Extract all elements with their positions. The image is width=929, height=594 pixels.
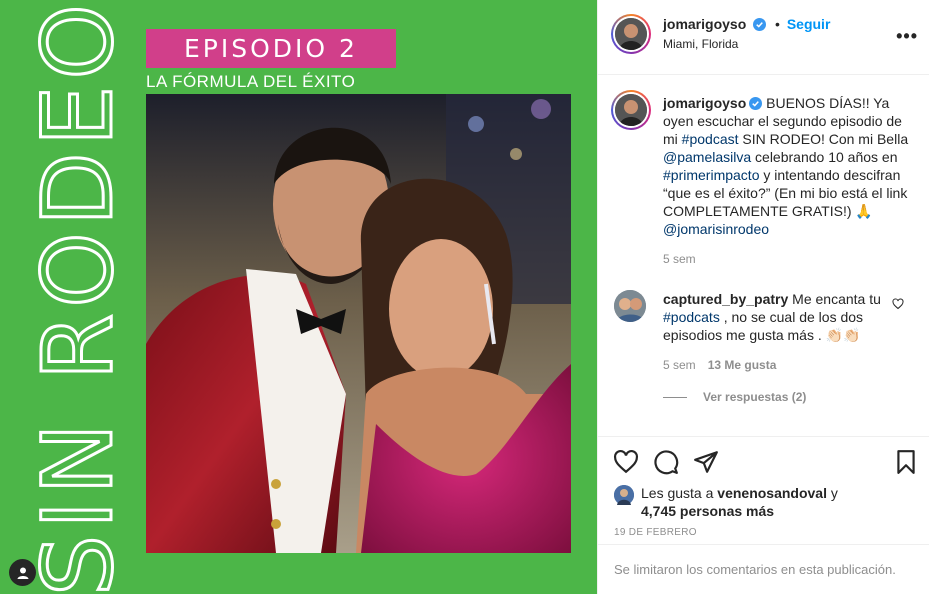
post-media[interactable]: SIN RODEO EPISODIO 2 LA FÓRMULA DEL ÉXIT… bbox=[0, 0, 597, 594]
post-caption: jomarigoyso BUENOS DÍAS!! Ya oyen escuch… bbox=[663, 94, 915, 238]
mention-link[interactable]: @pamelasilva bbox=[663, 149, 751, 165]
share-paper-plane-icon[interactable] bbox=[693, 449, 719, 475]
commenter-username[interactable]: captured_by_patry bbox=[663, 291, 788, 307]
post-date[interactable]: 19 DE FEBRERO bbox=[614, 527, 697, 538]
likes-count[interactable]: 4,745 personas más bbox=[641, 503, 774, 519]
comment-likes[interactable]: 13 Me gusta bbox=[708, 358, 777, 372]
post-photo bbox=[146, 94, 571, 553]
post-sidebar: jomarigoyso • Seguir Miami, Florida ••• … bbox=[597, 0, 929, 594]
actions-bar: Les gusta a venenosandoval y 4,745 perso… bbox=[598, 436, 929, 544]
caption-avatar[interactable] bbox=[611, 90, 651, 130]
comment-meta: 5 sem 13 Me gusta bbox=[663, 358, 776, 372]
author-username[interactable]: jomarigoyso bbox=[663, 16, 746, 32]
verified-badge-icon bbox=[749, 97, 763, 110]
comment-timestamp[interactable]: 5 sem bbox=[663, 358, 696, 372]
comments-disabled-text: Se limitaron los comentarios en esta pub… bbox=[614, 562, 896, 577]
episode-subtitle: LA FÓRMULA DEL ÉXITO bbox=[146, 72, 356, 91]
post-header: jomarigoyso • Seguir Miami, Florida ••• bbox=[598, 0, 929, 75]
liker-username[interactable]: venenosandoval bbox=[717, 485, 827, 501]
likes-middle: y bbox=[826, 485, 838, 501]
save-bookmark-icon[interactable] bbox=[893, 449, 919, 475]
replies-divider bbox=[663, 396, 687, 398]
comment-text-1: Me encanta tu bbox=[788, 291, 881, 307]
view-replies-label: Ver respuestas (2) bbox=[703, 390, 807, 404]
verified-badge-icon bbox=[753, 18, 767, 31]
comment-bubble-icon[interactable] bbox=[653, 449, 679, 475]
caption-text-3: celebrando 10 años en bbox=[751, 149, 898, 165]
like-heart-icon[interactable] bbox=[613, 449, 639, 475]
liker-avatar[interactable] bbox=[614, 485, 634, 505]
likes-summary: Les gusta a venenosandoval y 4,745 perso… bbox=[641, 484, 891, 520]
hashtag-link[interactable]: #podcats bbox=[663, 309, 720, 325]
comment: captured_by_patry Me encanta tu #podcats… bbox=[663, 290, 893, 344]
mention-link[interactable]: @jomarisinrodeo bbox=[663, 221, 769, 237]
episode-banner: EPISODIO 2 bbox=[146, 29, 396, 68]
view-replies-button[interactable]: Ver respuestas (2) bbox=[663, 390, 806, 404]
caption-timestamp[interactable]: 5 sem bbox=[663, 252, 696, 266]
like-comment-heart-icon[interactable] bbox=[892, 298, 904, 310]
hashtag-link[interactable]: #primerimpacto bbox=[663, 167, 759, 183]
header-user-line: jomarigoyso • Seguir bbox=[663, 16, 830, 32]
comments-disabled-footer: Se limitaron los comentarios en esta pub… bbox=[598, 544, 929, 594]
more-options-icon[interactable]: ••• bbox=[896, 26, 918, 47]
likes-prefix: Les gusta a bbox=[641, 485, 718, 501]
hashtag-link[interactable]: #podcast bbox=[682, 131, 739, 147]
caption-username[interactable]: jomarigoyso bbox=[663, 95, 746, 111]
vertical-title: SIN RODEO bbox=[21, 0, 136, 594]
header-separator: • bbox=[775, 16, 780, 32]
follow-button[interactable]: Seguir bbox=[787, 16, 831, 32]
user-tag-icon[interactable] bbox=[9, 559, 36, 586]
caption-text-2: SIN RODEO! Con mi Bella bbox=[738, 131, 909, 147]
post-location[interactable]: Miami, Florida bbox=[663, 37, 738, 51]
commenter-avatar[interactable] bbox=[614, 290, 646, 322]
comments-section: jomarigoyso BUENOS DÍAS!! Ya oyen escuch… bbox=[598, 76, 929, 436]
author-avatar[interactable] bbox=[611, 14, 651, 54]
